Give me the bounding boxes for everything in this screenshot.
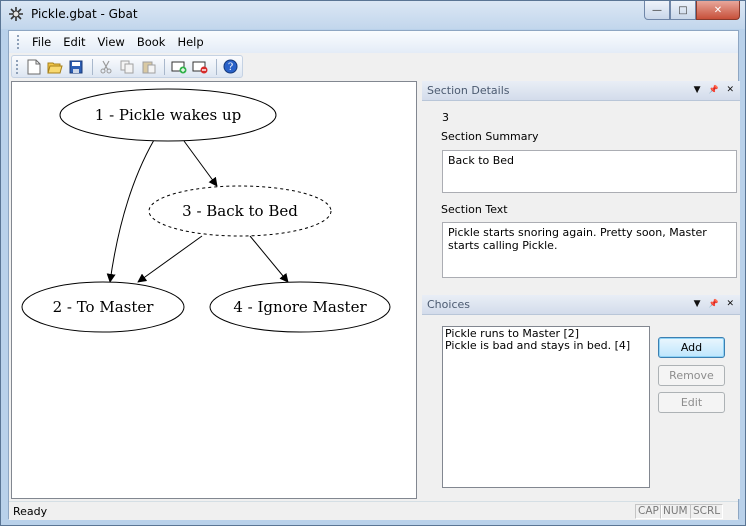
close-button[interactable]: ✕ (696, 1, 740, 20)
toolbar-separator (164, 58, 166, 75)
choices-title: Choices (427, 298, 470, 311)
paste-icon (142, 61, 156, 73)
help-icon: ? (223, 59, 238, 74)
maximize-icon: □ (678, 4, 688, 16)
choices-list[interactable]: Pickle runs to Master [2] Pickle is bad … (442, 326, 650, 488)
graph-node-2[interactable]: 2 - To Master (21, 281, 185, 333)
panel-controls: ▼ 📌 ✕ (694, 85, 734, 95)
section-summary-label: Section Summary (441, 130, 539, 143)
graph-node-1[interactable]: 1 - Pickle wakes up (59, 88, 277, 142)
status-text: Ready (13, 505, 48, 518)
section-text-field[interactable]: Pickle starts snoring again. Pretty soon… (442, 222, 737, 278)
edge-3-2 (137, 235, 203, 283)
menu-view[interactable]: View (92, 35, 131, 49)
toolbar-separator (215, 58, 217, 75)
dropdown-icon[interactable]: ▼ (694, 299, 701, 309)
edit-button[interactable]: Edit (658, 392, 725, 413)
paste-button[interactable] (139, 57, 158, 77)
delete-section-button[interactable] (191, 57, 210, 77)
close-icon[interactable]: ✕ (726, 299, 734, 309)
graph-svg: 1 - Pickle wakes up 3 - Back to Bed 2 - … (21, 88, 391, 333)
node-label: 1 - Pickle wakes up (95, 106, 241, 124)
list-item[interactable]: Pickle is bad and stays in bed. [4] (445, 340, 647, 352)
window-title: Pickle.gbat - Gbat (31, 7, 138, 21)
menu-file[interactable]: File (26, 35, 57, 49)
maximize-button[interactable]: □ (670, 1, 696, 20)
graph-node-3[interactable]: 3 - Back to Bed (148, 185, 332, 237)
section-number: 3 (442, 111, 449, 124)
toolbar: ? (9, 53, 738, 79)
minimize-button[interactable]: — (644, 1, 670, 20)
edge-3-4 (249, 235, 289, 283)
svg-text:?: ? (228, 62, 233, 73)
menu-grip[interactable] (17, 35, 20, 49)
close-icon: ✕ (713, 4, 723, 16)
pin-icon[interactable]: 📌 (708, 85, 718, 95)
menu-bar: File Edit View Book Help (9, 31, 738, 53)
caps-lock-indicator: CAP (635, 504, 662, 519)
dropdown-icon[interactable]: ▼ (694, 85, 701, 95)
copy-button[interactable] (118, 57, 137, 77)
pin-icon[interactable]: 📌 (708, 299, 718, 309)
delete-section-icon (192, 61, 208, 73)
save-icon (69, 60, 83, 73)
save-button[interactable] (66, 57, 85, 77)
title-bar[interactable]: Pickle.gbat - Gbat — □ ✕ (1, 1, 745, 29)
open-button[interactable] (45, 57, 64, 77)
close-icon[interactable]: ✕ (726, 85, 734, 95)
toolbar-separator (91, 58, 93, 75)
section-text-label: Section Text (441, 203, 508, 216)
scroll-lock-indicator: SCRL (690, 504, 724, 519)
client-area: File Edit View Book Help ? 1 - Pickle wa… (8, 30, 740, 520)
graph-canvas[interactable]: 1 - Pickle wakes up 3 - Back to Bed 2 - … (11, 81, 417, 499)
section-summary-field[interactable]: Back to Bed (442, 150, 737, 193)
choices-header[interactable]: Choices ▼ 📌 ✕ (422, 295, 740, 315)
cut-button[interactable] (97, 57, 116, 77)
status-bar: Ready CAP NUM SCRL (9, 501, 738, 520)
caption-buttons: — □ ✕ (644, 1, 740, 20)
toolbar-grip[interactable] (16, 59, 19, 74)
remove-button[interactable]: Remove (658, 365, 725, 386)
add-section-icon (171, 61, 187, 73)
gbat-app-icon[interactable] (8, 6, 24, 22)
add-section-button[interactable] (169, 57, 188, 77)
section-details-title: Section Details (427, 84, 510, 97)
app-window: Pickle.gbat - Gbat — □ ✕ File Edit View … (0, 0, 746, 526)
new-icon (27, 59, 41, 74)
help-button[interactable]: ? (221, 57, 240, 77)
toolbar-strip: ? (11, 55, 243, 78)
menu-book[interactable]: Book (131, 35, 172, 49)
cut-icon (100, 60, 112, 73)
open-icon (47, 62, 63, 73)
add-button[interactable]: Add (658, 337, 725, 358)
right-pane: Section Details ▼ 📌 ✕ 3 Section Summary … (422, 81, 740, 499)
node-label: 2 - To Master (53, 298, 155, 316)
section-details-header[interactable]: Section Details ▼ 📌 ✕ (422, 81, 740, 101)
edge-1-2 (106, 139, 155, 283)
num-lock-indicator: NUM (660, 504, 691, 519)
minimize-icon: — (652, 4, 662, 16)
graph-node-4[interactable]: 4 - Ignore Master (209, 281, 391, 333)
node-label: 4 - Ignore Master (233, 298, 367, 316)
copy-icon (120, 60, 134, 73)
node-label: 3 - Back to Bed (182, 202, 298, 220)
menu-edit[interactable]: Edit (57, 35, 91, 49)
new-button[interactable] (24, 57, 43, 77)
edge-1-3 (183, 140, 218, 187)
menu-help[interactable]: Help (171, 35, 209, 49)
panel-controls: ▼ 📌 ✕ (694, 299, 734, 309)
